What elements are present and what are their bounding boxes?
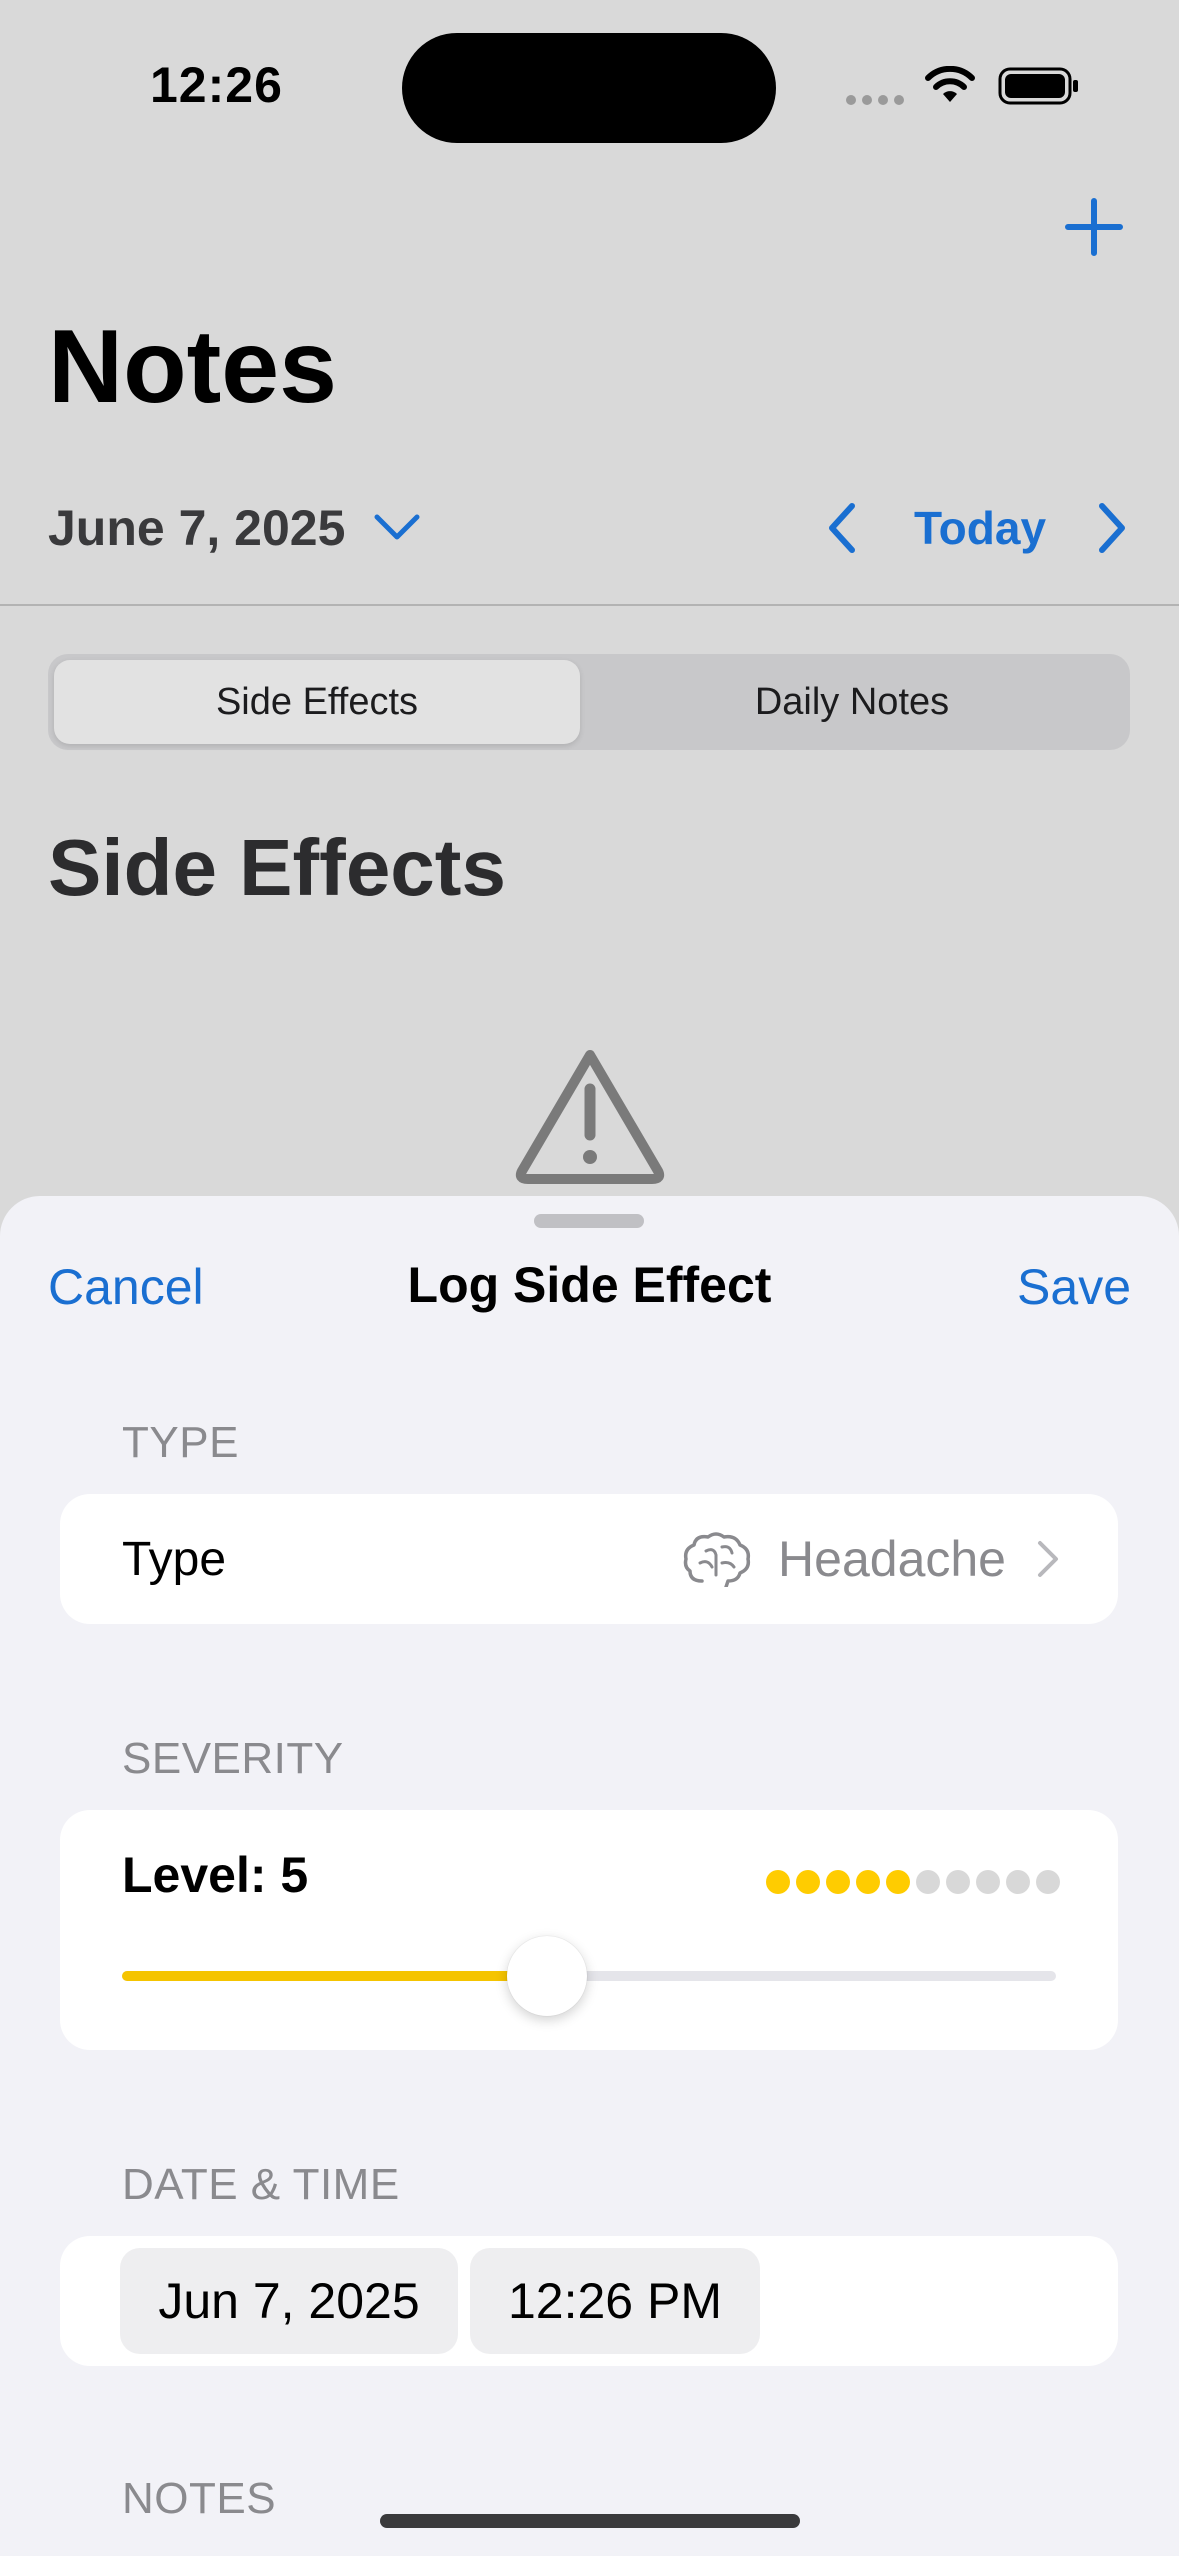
dynamic-island [402,33,776,143]
severity-dot [916,1870,940,1894]
severity-level-text: Level: 5 [122,1847,309,1903]
severity-dot [976,1870,1000,1894]
sheet-grabber[interactable] [534,1214,644,1228]
datetime-group-label: DATE & TIME [122,2160,400,2209]
slider-fill [122,1971,547,1981]
status-time: 12:26 [150,57,283,113]
time-picker-pill[interactable]: 12:26 PM [470,2248,760,2354]
chevron-right-icon [1038,1541,1058,1577]
header-divider [0,604,1179,606]
current-date: June 7, 2025 [48,500,346,556]
wifi-icon [925,66,975,102]
chevron-left-icon[interactable] [822,500,862,556]
notes-group-label: NOTES [122,2474,277,2523]
severity-slider[interactable] [122,1936,1056,2016]
segment-side-effects[interactable]: Side Effects [54,660,580,744]
save-button[interactable]: Save [1017,1258,1131,1316]
severity-dot [1006,1870,1030,1894]
battery-icon [998,67,1078,105]
severity-dot [796,1870,820,1894]
severity-dot [886,1870,910,1894]
today-button[interactable]: Today [914,500,1046,556]
date-picker-button[interactable]: June 7, 2025 [48,496,421,560]
type-value: Headache [682,1524,1060,1594]
date-picker-pill[interactable]: Jun 7, 2025 [120,2248,458,2354]
severity-dot [946,1870,970,1894]
chevron-down-icon [374,514,420,540]
slider-thumb[interactable] [507,1936,587,2016]
brain-icon [683,1532,751,1587]
page-title: Notes [48,309,337,425]
severity-card: Level: 5 [60,1810,1118,2050]
chevron-right-icon[interactable] [1092,500,1132,556]
cellular-signal-icon [846,95,906,105]
section-title: Side Effects [48,823,506,912]
severity-dot [1036,1870,1060,1894]
type-value-text: Headache [778,1531,1006,1587]
type-group-label: TYPE [122,1418,239,1467]
datetime-card: Jun 7, 2025 12:26 PM [60,2236,1118,2366]
segment-daily-notes[interactable]: Daily Notes [580,660,1124,744]
severity-dot [826,1870,850,1894]
warning-icon [515,1050,665,1184]
log-side-effect-sheet: Cancel Log Side Effect Save TYPE Type He… [0,1196,1179,2556]
severity-dot [856,1870,880,1894]
sheet-title: Log Side Effect [407,1257,772,1313]
add-icon[interactable] [1062,195,1126,259]
segmented-control: Side Effects Daily Notes [48,654,1130,750]
type-row[interactable]: Type Headache [60,1494,1118,1624]
severity-dots [760,1870,1060,1896]
status-bar: 12:26 [0,0,1179,150]
home-indicator [380,2514,800,2528]
type-row-label: Type [122,1533,227,1586]
severity-dot [766,1870,790,1894]
severity-group-label: SEVERITY [122,1734,344,1783]
